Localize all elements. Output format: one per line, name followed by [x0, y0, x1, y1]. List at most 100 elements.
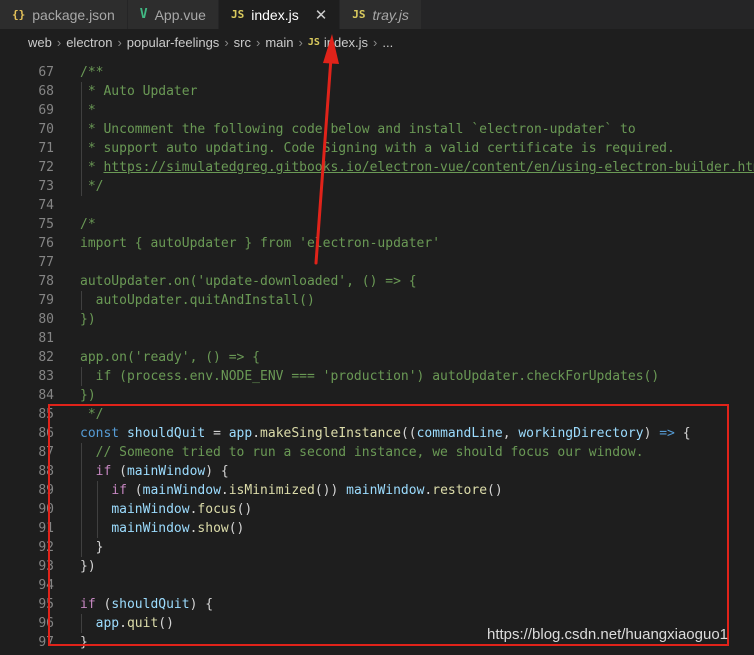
code-text: * https://simulatedgreg.gitbooks.io/elec… — [80, 158, 754, 177]
breadcrumb-item-file[interactable]: index.js — [324, 35, 368, 50]
breadcrumb-item-popular-feelings[interactable]: popular-feelings — [127, 35, 220, 50]
breadcrumb-item-main[interactable]: main — [265, 35, 293, 50]
code-line[interactable]: 90 mainWindow.focus() — [0, 500, 754, 519]
code-token: isMinimized — [228, 483, 315, 498]
code-token: import { autoUpdater } from 'electron-up… — [80, 236, 441, 251]
line-number: 71 — [38, 141, 54, 156]
code-text: // Someone tried to run a second instanc… — [80, 443, 644, 462]
line-number: 92 — [38, 540, 54, 555]
line-number: 76 — [38, 236, 54, 251]
code-token: (( — [400, 426, 417, 441]
code-token: }) — [80, 312, 96, 327]
code-line[interactable]: 72 * https://simulatedgreg.gitbooks.io/e… — [0, 158, 754, 177]
breadcrumb-more[interactable]: ... — [382, 35, 393, 50]
code-line[interactable]: 67 /** — [0, 63, 754, 82]
chevron-right-icon: › — [298, 34, 303, 50]
indent-guide — [81, 367, 82, 386]
code-token: if — [111, 483, 127, 498]
line-number: 67 — [38, 65, 54, 80]
code-line[interactable]: 84}) — [0, 386, 754, 405]
code-token: ( — [111, 464, 127, 479]
code-line[interactable]: 82 app.on('ready', () => { — [0, 348, 754, 367]
code-token: app — [95, 616, 120, 631]
code-line[interactable]: 76 import { autoUpdater } from 'electron-… — [0, 234, 754, 253]
code-line[interactable]: 68 * Auto Updater — [0, 82, 754, 101]
code-text: app.on('ready', () => { — [80, 348, 260, 367]
tab-tray-js[interactable]: JS tray.js — [340, 0, 422, 29]
line-number: 77 — [38, 255, 54, 270]
code-editor[interactable]: 67 /** 68 * Auto Updater 69 * 70 * Uncomment… — [0, 55, 754, 655]
code-token: mainWindow — [126, 464, 206, 479]
line-number: 72 — [38, 160, 54, 175]
code-token: shouldQuit — [111, 597, 190, 612]
code-line[interactable]: 95 if (shouldQuit) { — [0, 595, 754, 614]
line-number: 87 — [38, 445, 54, 460]
code-text: mainWindow.focus() — [80, 500, 252, 519]
line-number: 68 — [38, 84, 54, 99]
code-line[interactable]: 86 const shouldQuit = app.makeSingleInsta… — [0, 424, 754, 443]
code-token: // Someone tried to run a second instanc… — [95, 445, 644, 460]
code-line[interactable]: 89 if (mainWindow.isMinimized()) mainWin… — [0, 481, 754, 500]
indent-guide — [81, 82, 82, 196]
code-text: * support auto updating. Code Signing wi… — [80, 139, 675, 158]
line-number: 89 — [38, 483, 54, 498]
line-number: 73 — [38, 179, 54, 194]
line-number: 80 — [38, 312, 54, 327]
tab-label: tray.js — [372, 6, 409, 23]
code-line[interactable]: 78 autoUpdater.on('update-downloaded', ()… — [0, 272, 754, 291]
tab-index-js[interactable]: JS index.js ✕ — [218, 0, 341, 29]
code-token: */ — [80, 179, 104, 194]
code-token: commandLine — [416, 426, 503, 441]
code-line[interactable]: 71 * support auto updating. Code Signing… — [0, 139, 754, 158]
doc-link[interactable]: https://simulatedgreg.gitbooks.io/electr… — [103, 160, 754, 175]
breadcrumb-item-web[interactable]: web — [28, 35, 52, 50]
tab-app-vue[interactable]: V App.vue — [127, 0, 219, 29]
code-token: autoUpdater.on('update-downloaded', () =… — [80, 274, 417, 289]
breadcrumb-item-src[interactable]: src — [234, 35, 251, 50]
code-line[interactable]: 74 — [0, 196, 754, 215]
indent-guide — [81, 614, 82, 633]
code-token: = — [205, 426, 229, 441]
code-line[interactable]: 94 — [0, 576, 754, 595]
code-text: */ — [80, 405, 104, 424]
tab-label: index.js — [251, 6, 299, 23]
code-line[interactable]: 83 if (process.env.NODE_ENV === 'product… — [0, 367, 754, 386]
code-token: */ — [80, 407, 104, 422]
line-number: 74 — [38, 198, 54, 213]
code-line[interactable]: 70 * Uncomment the following code below … — [0, 120, 754, 139]
code-line[interactable]: 91 mainWindow.show() — [0, 519, 754, 538]
code-token: mainWindow — [111, 502, 190, 517]
code-token: /** — [80, 65, 104, 80]
code-line[interactable]: 77 — [0, 253, 754, 272]
chevron-right-icon: › — [373, 34, 378, 50]
code-line[interactable]: 80}) — [0, 310, 754, 329]
code-line[interactable]: 93}) — [0, 557, 754, 576]
code-line[interactable]: 81 — [0, 329, 754, 348]
code-line[interactable]: 92 } — [0, 538, 754, 557]
line-number: 95 — [38, 597, 54, 612]
code-line[interactable]: 87 // Someone tried to run a second inst… — [0, 443, 754, 462]
json-icon: {} — [12, 8, 26, 21]
code-token: , — [502, 426, 519, 441]
code-token: mainWindow — [346, 483, 425, 498]
code-line[interactable]: 79 autoUpdater.quitAndInstall() — [0, 291, 754, 310]
code-token: () — [158, 616, 174, 631]
code-line[interactable]: 73 */ — [0, 177, 754, 196]
close-icon[interactable]: ✕ — [315, 6, 328, 24]
code-token: { — [674, 426, 691, 441]
code-token: }) — [80, 559, 96, 574]
code-line[interactable]: 75 /* — [0, 215, 754, 234]
code-line[interactable]: 88 if (mainWindow) { — [0, 462, 754, 481]
code-text: * Auto Updater — [80, 82, 198, 101]
code-text: * Uncomment the following code below and… — [80, 120, 636, 139]
breadcrumb-item-electron[interactable]: electron — [66, 35, 112, 50]
code-line[interactable]: 69 * — [0, 101, 754, 120]
code-text: }) — [80, 386, 96, 405]
code-token: app — [228, 426, 253, 441]
code-text: import { autoUpdater } from 'electron-up… — [80, 234, 440, 253]
code-line[interactable]: 85 */ — [0, 405, 754, 424]
code-token: . — [220, 483, 229, 498]
tab-package-json[interactable]: {} package.json — [0, 0, 128, 29]
